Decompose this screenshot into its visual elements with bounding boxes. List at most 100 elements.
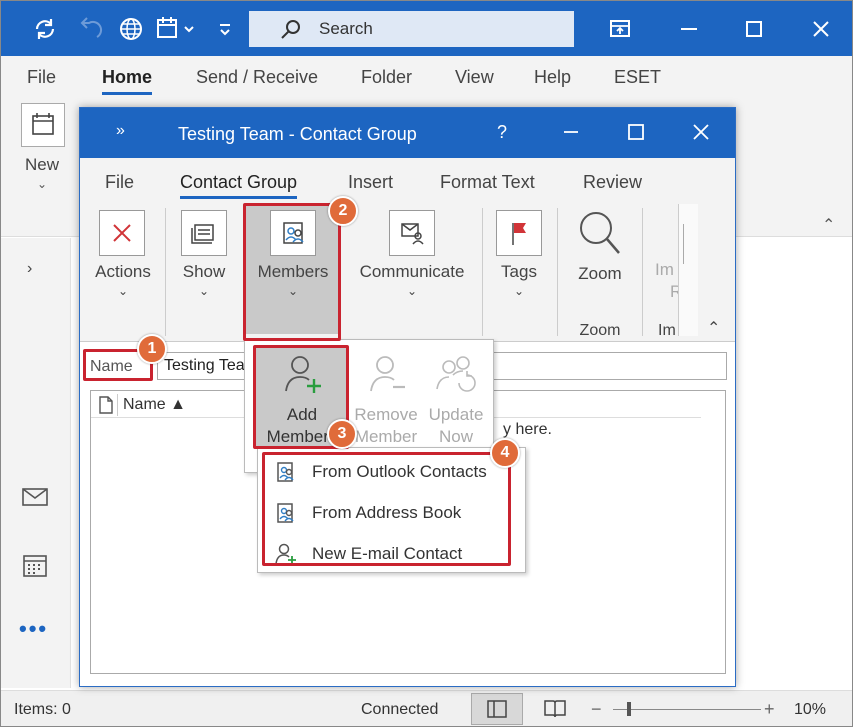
- cg-close-icon[interactable]: [691, 122, 711, 142]
- ribbon-divider: [642, 208, 643, 336]
- menu-help[interactable]: Help: [534, 67, 571, 88]
- maximize-icon[interactable]: [742, 17, 766, 41]
- tab-file[interactable]: File: [105, 172, 134, 193]
- search-input[interactable]: Search: [249, 11, 574, 47]
- tab-format-text[interactable]: Format Text: [440, 172, 535, 193]
- search-icon: [279, 18, 303, 42]
- undo-icon[interactable]: [79, 15, 103, 43]
- menu-file[interactable]: File: [27, 67, 56, 88]
- new-label[interactable]: New: [25, 155, 59, 175]
- empty-list-hint: y here.: [503, 421, 552, 438]
- zoom-label: Zoom: [578, 264, 622, 283]
- tags-chevron-icon: ⌄: [513, 284, 525, 298]
- menu-home[interactable]: Home: [102, 67, 153, 95]
- update-now-button[interactable]: Update Now: [421, 347, 491, 449]
- tab-contact-group[interactable]: Contact Group: [180, 172, 298, 199]
- calendar-sync-icon[interactable]: [155, 15, 197, 43]
- zoom-slider[interactable]: [613, 709, 761, 710]
- cg-maximize-icon[interactable]: [626, 122, 646, 142]
- cg-minimize-icon[interactable]: [561, 122, 581, 142]
- show-chevron-icon: ⌄: [198, 284, 210, 298]
- update-now-line1: Update: [428, 405, 484, 424]
- import-label-partial[interactable]: Im: [655, 260, 674, 280]
- show-icon: [181, 210, 227, 256]
- flag-icon: [496, 210, 542, 256]
- search-placeholder: Search: [319, 19, 373, 38]
- delete-icon: [99, 210, 145, 256]
- menu-view[interactable]: View: [455, 67, 494, 88]
- ribbon-divider: [557, 208, 558, 336]
- step-badge-2: 2: [328, 196, 358, 226]
- reading-view-icon[interactable]: [542, 697, 568, 721]
- ribbon-scroll-strip[interactable]: [678, 204, 698, 336]
- outlook-titlebar: Search: [1, 1, 852, 56]
- contact-group-titlebar: » Testing Team - Contact Group ?: [80, 108, 735, 158]
- name-column-header[interactable]: Name ▲: [123, 396, 186, 414]
- step-badge-1: 1: [137, 334, 167, 364]
- more-apps-icon[interactable]: •••: [19, 616, 48, 642]
- close-icon[interactable]: [809, 17, 833, 41]
- remove-member-icon: [365, 351, 411, 397]
- contact-group-ribbon: Actions ⌄ Show ⌄ Members ⌄ Communicate ⌄: [80, 202, 735, 342]
- zoom-level[interactable]: 10%: [794, 701, 826, 719]
- actions-label: Actions: [95, 262, 151, 281]
- new-item-icon[interactable]: [21, 103, 65, 147]
- import-group-label: Im: [658, 322, 676, 339]
- calendar-icon[interactable]: [22, 552, 48, 578]
- collapse-ribbon-icon[interactable]: ⌃: [707, 318, 720, 338]
- globe-icon[interactable]: [117, 15, 145, 43]
- contact-group-tabs: File Contact Group Insert Format Text Re…: [80, 158, 735, 202]
- ribbon-divider: [482, 208, 483, 336]
- actions-chevron-icon: ⌄: [117, 284, 129, 298]
- status-bar: Items: 0 Connected − + 10%: [1, 690, 852, 726]
- remove-member-line2: Member: [354, 427, 418, 446]
- tab-review[interactable]: Review: [583, 172, 642, 193]
- minimize-icon[interactable]: [677, 17, 701, 41]
- menu-send-receive[interactable]: Send / Receive: [196, 67, 318, 88]
- actions-button[interactable]: Actions ⌄: [88, 206, 158, 306]
- highlight-add-menu: [262, 452, 511, 566]
- customize-quick-access-icon[interactable]: [217, 15, 233, 43]
- remove-member-line1: Remove: [354, 405, 418, 424]
- highlight-members-button: [243, 203, 341, 341]
- update-now-line2: Now: [438, 427, 473, 446]
- quick-access-overflow-icon[interactable]: »: [116, 122, 125, 140]
- tags-button[interactable]: Tags ⌄: [488, 206, 550, 306]
- communicate-button[interactable]: Communicate ⌄: [348, 206, 476, 306]
- tags-label: Tags: [501, 262, 537, 281]
- step-badge-3: 3: [327, 419, 357, 449]
- status-connection: Connected: [361, 701, 439, 718]
- communicate-icon: [389, 210, 435, 256]
- help-icon[interactable]: ?: [497, 122, 507, 143]
- restore-ribbon-icon[interactable]: [608, 17, 632, 41]
- name-value: Testing Tea: [164, 357, 245, 374]
- new-chevron-icon[interactable]: ⌄: [37, 177, 47, 191]
- zoom-group-label: Zoom: [579, 322, 621, 339]
- status-items-count: Items: 0: [14, 701, 71, 718]
- window-title: Testing Team - Contact Group: [178, 124, 417, 144]
- zoom-button[interactable]: Zoom: [564, 206, 636, 306]
- navigation-rail: › •••: [1, 238, 71, 688]
- menu-eset[interactable]: ESET: [614, 67, 661, 88]
- tab-insert[interactable]: Insert: [348, 172, 393, 193]
- show-button[interactable]: Show ⌄: [170, 206, 238, 306]
- magnifier-icon: [576, 208, 624, 260]
- zoom-slider-thumb[interactable]: [627, 702, 631, 716]
- outlook-menu-bar: File Home Send / Receive Folder View Hel…: [1, 56, 852, 97]
- remove-member-button[interactable]: Remove Member: [351, 347, 421, 449]
- mail-icon[interactable]: [21, 486, 49, 508]
- show-label: Show: [182, 262, 226, 281]
- communicate-label: Communicate: [359, 262, 465, 281]
- step-badge-4: 4: [490, 438, 520, 468]
- collapse-ribbon-icon[interactable]: ⌃: [822, 215, 835, 235]
- menu-folder[interactable]: Folder: [361, 67, 412, 88]
- update-members-icon: [433, 351, 479, 397]
- expand-folder-pane-icon[interactable]: ›: [27, 260, 32, 278]
- sync-icon[interactable]: [31, 15, 59, 43]
- ribbon-divider: [165, 208, 166, 336]
- communicate-chevron-icon: ⌄: [406, 284, 418, 298]
- normal-view-button[interactable]: [471, 693, 523, 725]
- document-icon: [97, 395, 115, 415]
- zoom-in-icon[interactable]: +: [764, 699, 775, 720]
- zoom-out-icon[interactable]: −: [591, 699, 602, 720]
